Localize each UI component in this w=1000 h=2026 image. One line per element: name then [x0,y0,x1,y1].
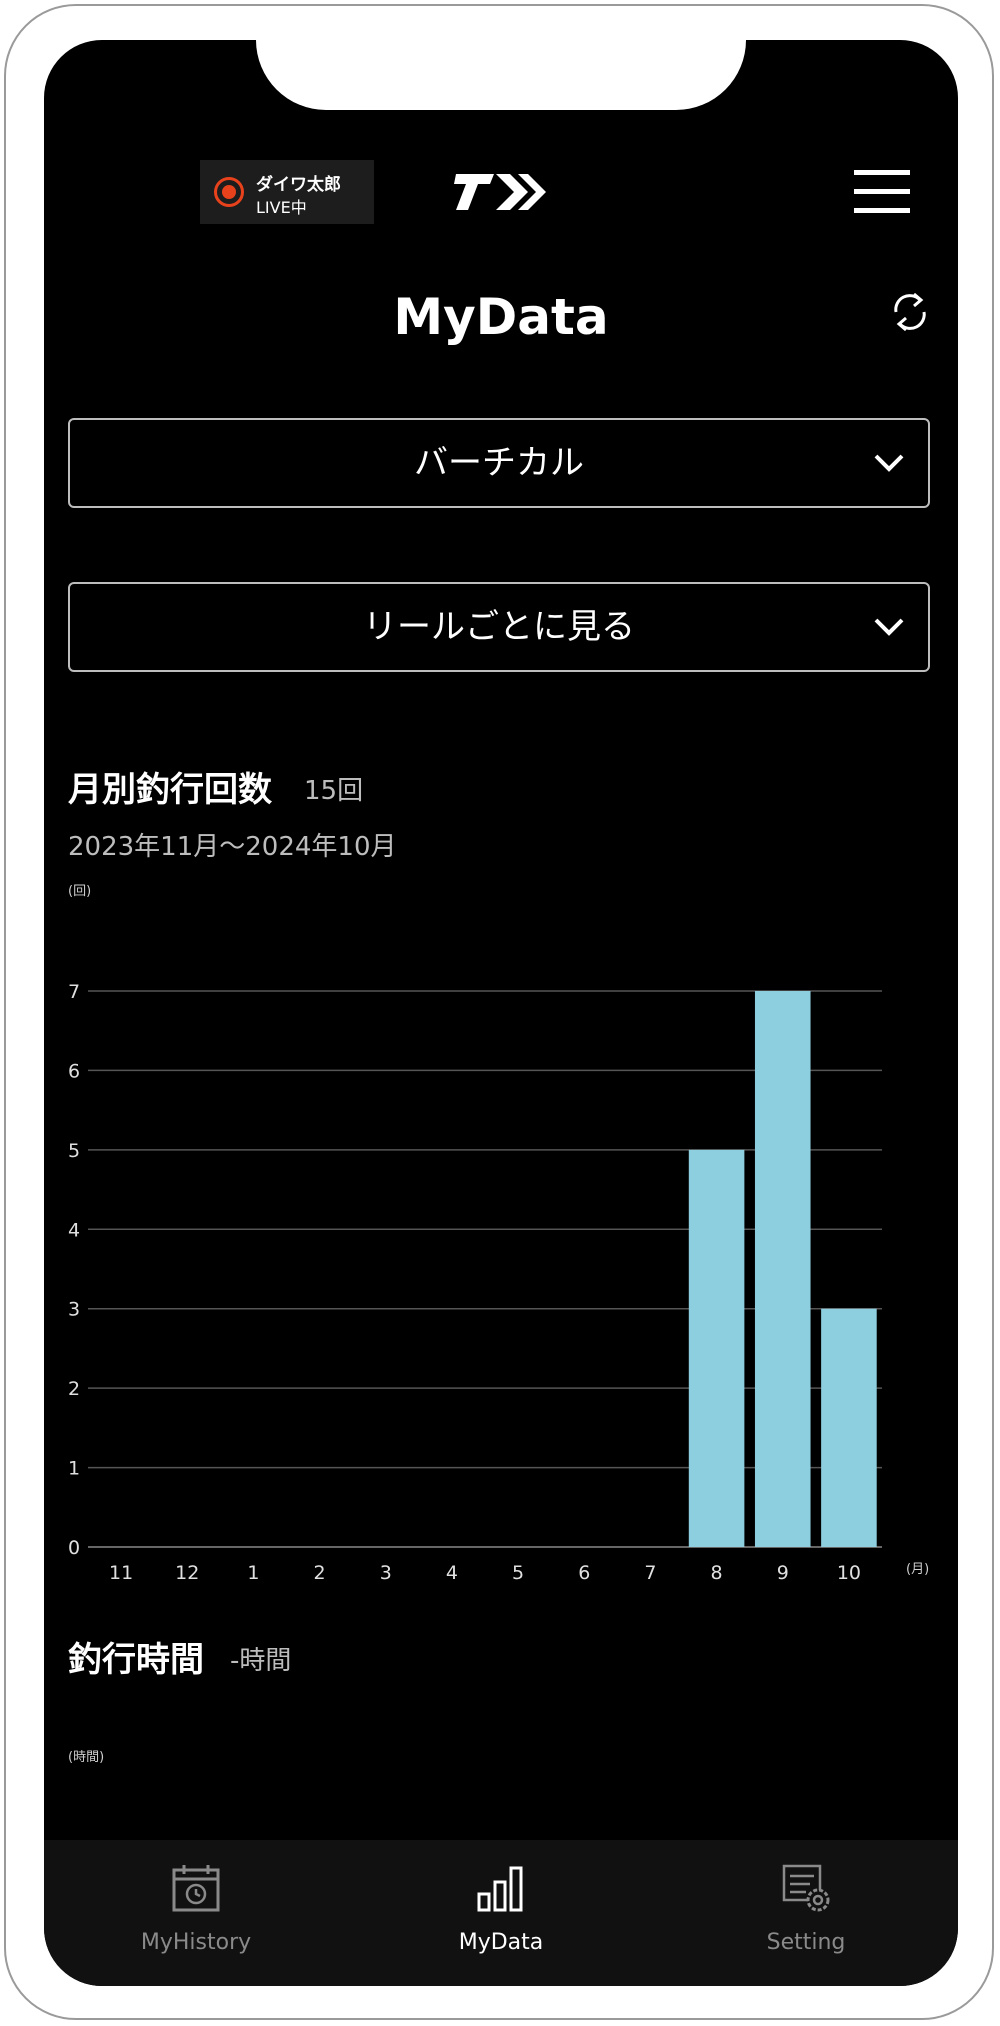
fishing-time-y-unit: (時間) [68,1750,105,1765]
x-tick-label: 7 [644,1562,656,1584]
chevron-down-icon [874,618,904,636]
device-notch [256,40,746,110]
monthly-trips-chart: 0123456711 12 1 2 3 4 5 6 7 8 9 10 (月) [68,981,929,1584]
tab-mydata[interactable]: MyData [349,1840,653,1986]
app-screen: ダイワ太郎 LIVE中 MyData バーチカル リールごとに見る 月別釣行回数… [44,40,958,1986]
monthly-trips-title: 月別釣行回数 [68,770,272,810]
x-tick-label: 2 [314,1562,326,1584]
y-tick-label: 7 [68,981,80,1003]
fishing-time-title: 釣行時間 [68,1640,204,1680]
x-tick-label: 9 [777,1562,789,1584]
tab-label: MyHistory [140,1930,252,1955]
x-tick-label: 10 [837,1562,861,1584]
y-tick-label: 3 [68,1299,80,1321]
y-tick-label: 4 [68,1219,80,1241]
bar-chart-icon [477,1866,523,1912]
calendar-history-icon [172,1865,220,1912]
x-tick-label: 8 [711,1562,723,1584]
view-mode-select[interactable]: リールごとに見る [68,582,930,672]
tab-label: Setting [766,1930,846,1955]
x-tick-label: 1 [247,1562,259,1584]
chevron-down-icon [874,454,904,472]
live-status-badge[interactable]: ダイワ太郎 LIVE中 [200,160,374,224]
x-tick-label: 3 [380,1562,392,1584]
live-user-name: ダイワ太郎 [256,175,341,195]
x-tick-label: 5 [512,1562,524,1584]
hamburger-menu-icon[interactable] [854,168,910,216]
tab-setting[interactable]: Setting [654,1840,958,1986]
x-tick-label: 4 [446,1562,458,1584]
tab-label: MyData [458,1930,544,1955]
date-range: 2023年11月〜2024年10月 [68,832,397,862]
view-mode-select-value: リールごとに見る [363,607,635,647]
fishing-time-total: -時間 [230,1646,292,1676]
daiwa-logo-icon [454,174,546,210]
y-tick-label: 1 [68,1458,80,1480]
settings-gear-icon [782,1864,830,1912]
category-select[interactable]: バーチカル [68,418,930,508]
chart-bar [821,1308,877,1547]
live-record-icon [214,177,244,207]
x-tick-label: 11 [109,1562,133,1584]
live-status-text: LIVE中 [256,198,307,217]
y-tick-label: 2 [68,1378,80,1400]
y-tick-label: 6 [68,1060,80,1082]
chart-bar [754,991,811,1547]
chart-bar [688,1149,745,1547]
category-select-value: バーチカル [414,443,584,483]
monthly-trips-total: 15回 [304,776,364,806]
y-axis-unit: (回) [68,884,92,899]
bottom-tab-bar: MyHistory MyData Setting [44,1840,958,1986]
x-axis-unit: (月) [906,1562,929,1577]
x-tick-label: 6 [578,1562,590,1584]
y-tick-label: 0 [68,1537,80,1559]
x-tick-label: 12 [175,1562,199,1584]
page-title: MyData [393,288,609,346]
refresh-icon[interactable] [888,288,932,336]
y-tick-label: 5 [68,1140,80,1162]
tab-myhistory[interactable]: MyHistory [44,1840,348,1986]
